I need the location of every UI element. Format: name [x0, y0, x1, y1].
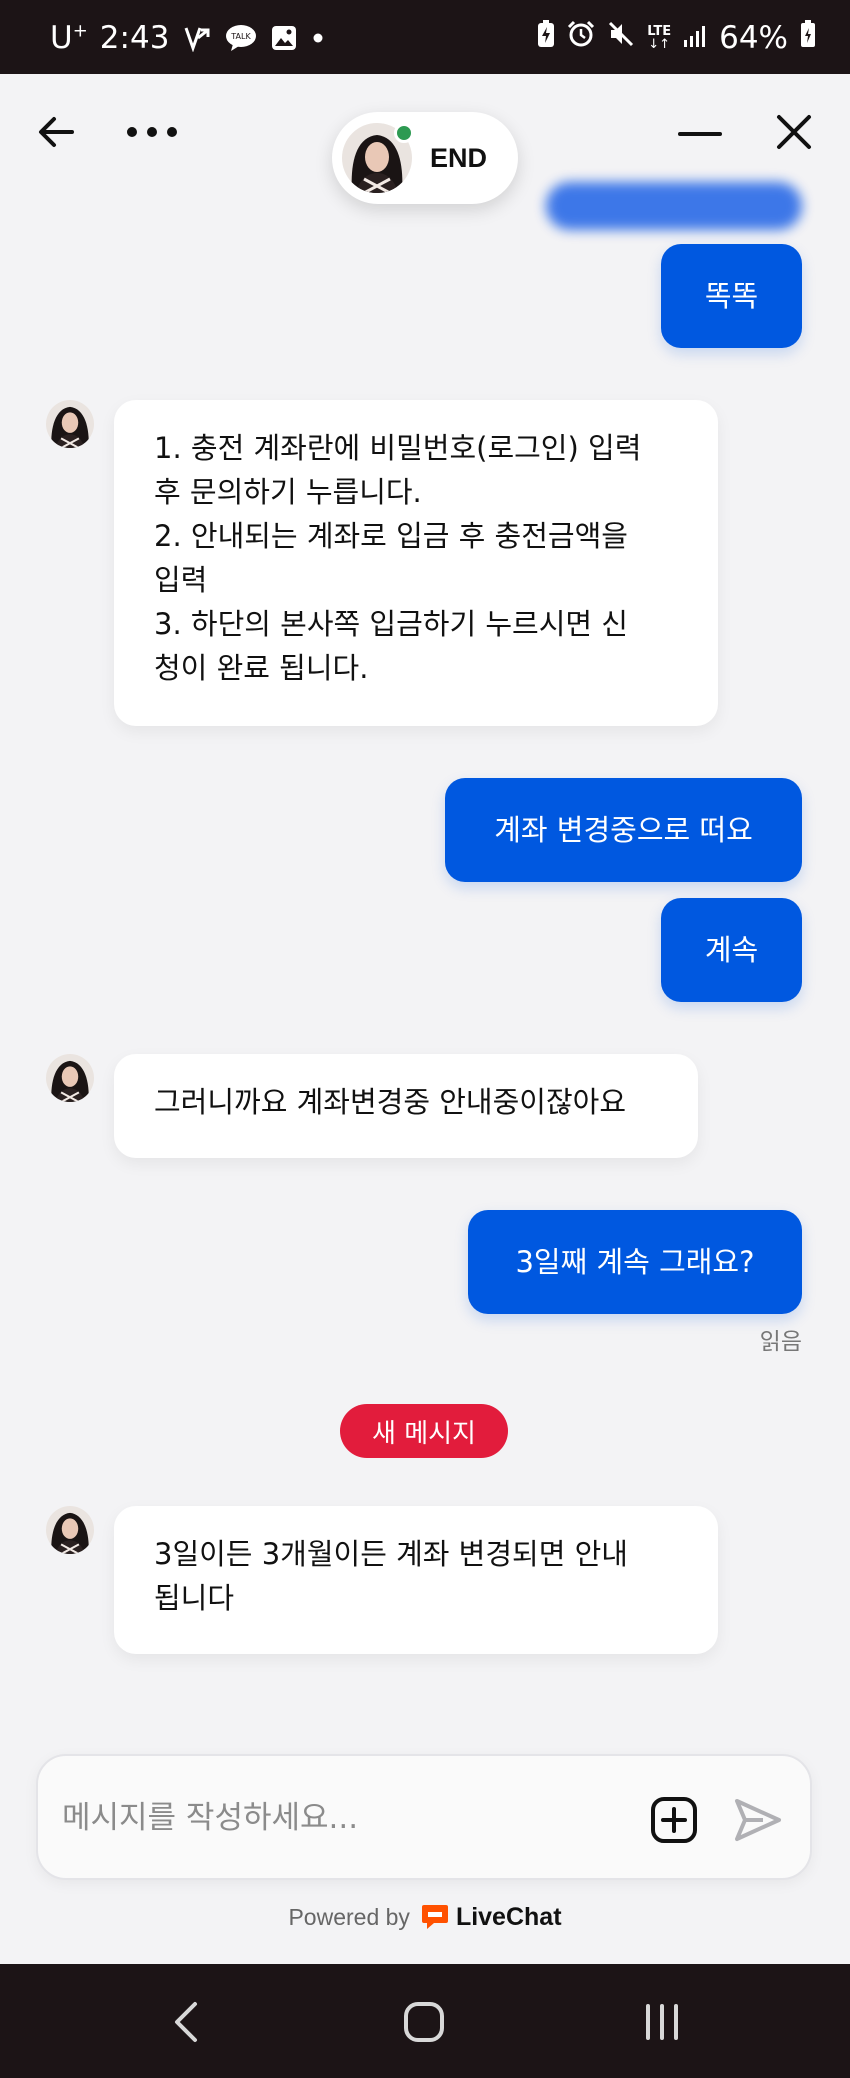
close-icon	[777, 115, 811, 149]
nav-back-button[interactable]	[158, 1994, 214, 2050]
plus-square-icon	[651, 1797, 697, 1843]
powered-by-footer[interactable]: Powered by LiveChat	[0, 1902, 850, 1932]
incoming-message-bubble[interactable]: 1. 충전 계좌란에 비밀번호(로그인) 입력 후 문의하기 누릅니다. 2. …	[114, 400, 718, 726]
signal-icon	[683, 20, 707, 56]
send-button[interactable]	[730, 1792, 786, 1848]
close-button[interactable]	[770, 108, 818, 156]
incoming-message-bubble[interactable]: 3일이든 3개월이든 계좌 변경되면 안내 됩니다	[114, 1506, 718, 1654]
battery-icon	[800, 20, 816, 56]
online-status-dot	[394, 123, 414, 143]
agent-avatar	[342, 123, 414, 193]
minimize-icon	[678, 132, 722, 136]
agent-avatar-small	[46, 1054, 94, 1102]
end-chat-button[interactable]: END	[430, 143, 487, 174]
battery-percent: 64%	[719, 20, 788, 56]
nav-recents-button[interactable]	[634, 1994, 690, 2050]
more-options-button[interactable]	[122, 108, 182, 156]
attach-button[interactable]	[648, 1794, 700, 1846]
back-button[interactable]	[32, 108, 80, 156]
outgoing-message-bubble[interactable]: 계좌 변경중으로 떠요	[445, 778, 802, 882]
navigation-bar	[0, 1964, 850, 2078]
agent-status-pill[interactable]: END	[332, 112, 518, 204]
powered-by-text: Powered by	[288, 1903, 410, 1930]
minimize-button[interactable]	[672, 110, 728, 158]
outgoing-message-bubble[interactable]: 똑똑	[661, 244, 802, 348]
outgoing-message-bubble[interactable]: 3일째 계속 그래요?	[468, 1210, 802, 1314]
send-icon	[735, 1799, 781, 1841]
nav-home-button[interactable]	[396, 1994, 452, 2050]
mute-icon	[607, 20, 635, 56]
alarm-icon	[567, 20, 595, 56]
recents-icon	[646, 2004, 678, 2040]
agent-photo-icon	[46, 1054, 94, 1102]
agent-avatar-small	[46, 1506, 94, 1554]
agent-photo-icon	[46, 400, 94, 448]
arrow-left-icon	[39, 117, 74, 147]
more-horizontal-icon	[127, 127, 177, 137]
read-receipt: 읽음	[759, 1329, 802, 1355]
home-square-icon	[404, 2002, 444, 2042]
chevron-left-icon	[175, 2002, 197, 2042]
agent-photo-icon	[46, 1506, 94, 1554]
kakaotalk-icon: TALK	[225, 24, 257, 52]
blurred-message	[546, 182, 802, 230]
svg-text:TALK: TALK	[231, 32, 252, 41]
livechat-logo-icon	[420, 1902, 450, 1932]
agent-avatar-small	[46, 400, 94, 448]
outgoing-message-bubble[interactable]: 계속	[661, 898, 802, 1002]
battery-saver-icon	[537, 20, 555, 56]
livechat-brand: LiveChat	[455, 1902, 562, 1931]
new-message-badge[interactable]: 새 메시지	[340, 1404, 508, 1458]
carrier-label: U+	[50, 20, 88, 56]
data-saver-icon	[183, 24, 211, 52]
incoming-message-bubble[interactable]: 그러니까요 계좌변경중 안내중이잖아요	[114, 1054, 698, 1158]
gallery-icon	[271, 25, 297, 51]
lte-icon: LTE ↓↑	[647, 24, 672, 52]
status-bar: U+ 2:43 TALK LTE ↓↑ 64%	[0, 0, 850, 74]
message-input[interactable]	[62, 1790, 642, 1846]
message-composer	[36, 1754, 812, 1880]
status-time: 2:43	[99, 20, 170, 56]
notification-dot-icon	[311, 31, 325, 45]
